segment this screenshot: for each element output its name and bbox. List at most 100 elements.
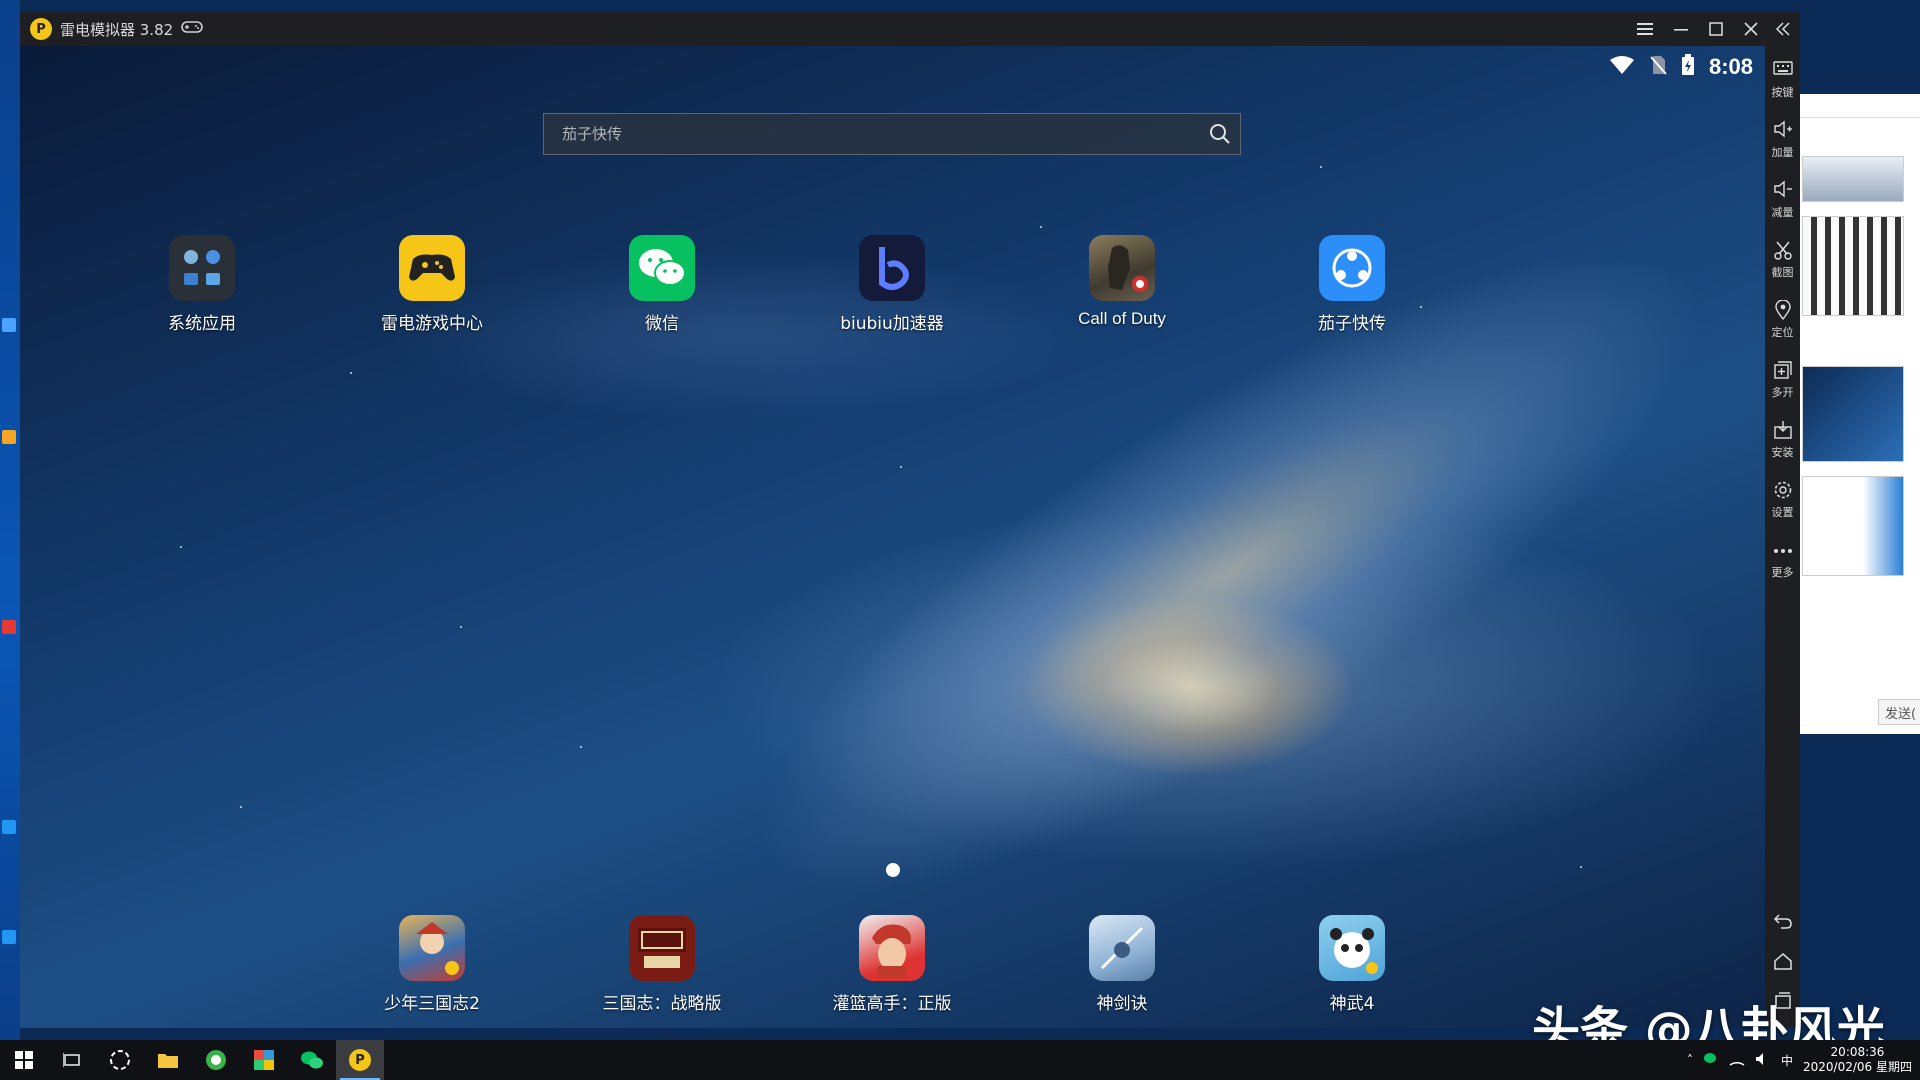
shareit-icon — [1319, 235, 1385, 301]
biubiu-icon — [859, 235, 925, 301]
background-chat-window[interactable]: 发送( — [1800, 94, 1920, 734]
windows-desktop — [0, 0, 20, 1040]
desktop-screen: P 雷电模拟器 3.82 8:08 茄子快传 系统应用 雷电游戏中心 微信 bi… — [0, 0, 1920, 1080]
toolbar-volume-down[interactable]: 减量 — [1765, 180, 1800, 220]
menu-icon[interactable] — [1628, 12, 1662, 46]
game-shaonian-icon — [399, 915, 465, 981]
maximize-icon[interactable] — [1699, 12, 1733, 46]
app-wechat[interactable]: 微信 — [577, 235, 747, 334]
taskbar-clock[interactable]: 20:08:36 2020/02/06 星期四 — [1803, 1045, 1912, 1075]
windows-taskbar: P — [0, 1040, 1920, 1080]
scissors-icon — [1765, 240, 1800, 262]
app-game-center[interactable]: 雷电游戏中心 — [347, 235, 517, 334]
app-sanguozhi-strategy[interactable]: 三国志：战略版 — [577, 915, 747, 1014]
emulator-toolbar: 按键 加量 减量 截图 定位 多开 安装 设置 更多 — [1765, 46, 1800, 1028]
desktop-icon[interactable] — [2, 620, 16, 634]
desktop-icon[interactable] — [2, 430, 16, 444]
nav-home[interactable] — [1765, 952, 1800, 974]
system-apps-folder-icon — [169, 235, 235, 301]
nav-back[interactable] — [1765, 912, 1800, 934]
back-icon — [1765, 912, 1800, 934]
colorful-app-icon[interactable] — [240, 1040, 288, 1080]
gamepad-icon[interactable] — [181, 19, 203, 39]
app-slam-dunk[interactable]: 灌篮高手：正版 — [807, 915, 977, 1014]
app-biubiu[interactable]: biubiu加速器 — [807, 235, 977, 334]
android-home-screen[interactable]: 8:08 系统应用 雷电游戏中心 — [20, 46, 1765, 1028]
desktop-icon[interactable] — [2, 820, 16, 834]
home-icon — [1765, 952, 1800, 974]
chevron-up-icon[interactable]: ˄ — [1687, 1053, 1693, 1067]
file-explorer-icon[interactable] — [144, 1040, 192, 1080]
status-time: 8:08 — [1708, 54, 1753, 79]
app-label: 神剑诀 — [1096, 994, 1148, 1014]
desktop-icon[interactable] — [2, 318, 16, 332]
ldplayer-taskbar-icon[interactable]: P — [336, 1040, 384, 1080]
toolbar-install-apk[interactable]: 安装 — [1765, 420, 1800, 460]
battery-charging-icon — [1681, 54, 1695, 80]
search-bar[interactable] — [543, 113, 1241, 155]
close-icon[interactable] — [1734, 12, 1768, 46]
app-shareit[interactable]: 茄子快传 — [1267, 235, 1437, 334]
app-call-of-duty[interactable]: Call of Duty — [1037, 235, 1207, 329]
title-bar[interactable]: P 雷电模拟器 3.82 — [20, 12, 1800, 46]
desktop-icon[interactable] — [2, 930, 16, 944]
toolbar-screenshot[interactable]: 截图 — [1765, 240, 1800, 280]
gamepad-icon — [399, 235, 465, 301]
chat-title-bar[interactable] — [1800, 94, 1920, 118]
chat-image-thumbnail[interactable] — [1802, 476, 1904, 576]
app-label: biubiu加速器 — [840, 314, 944, 334]
game-sanguozhi-icon — [629, 915, 695, 981]
wechat-icon — [629, 235, 695, 301]
app-label: 少年三国志2 — [384, 994, 480, 1014]
location-icon — [1765, 299, 1800, 322]
game-shenwu-icon — [1319, 915, 1385, 981]
app-label: 茄子快传 — [1318, 314, 1386, 334]
gear-icon — [1765, 480, 1800, 502]
wechat-taskbar-icon[interactable] — [288, 1040, 336, 1080]
page-indicator-dot[interactable] — [886, 863, 900, 877]
chat-image-thumbnail[interactable] — [1802, 366, 1904, 462]
app-shenwu4[interactable]: 神武4 — [1267, 915, 1437, 1014]
window-title: 雷电模拟器 3.82 — [60, 20, 174, 39]
keyboard-icon — [1765, 60, 1800, 82]
speaker-icon[interactable] — [1755, 1052, 1771, 1069]
app-label: Call of Duty — [1078, 309, 1166, 328]
toolbar-more[interactable]: 更多 — [1765, 540, 1800, 580]
browser-icon[interactable] — [192, 1040, 240, 1080]
pinwheel-app-icon[interactable] — [96, 1040, 144, 1080]
task-view-icon[interactable] — [48, 1040, 96, 1080]
android-status-bar: 8:08 — [1609, 54, 1753, 80]
ime-indicator[interactable]: 中 — [1781, 1052, 1793, 1069]
toolbar-settings[interactable]: 设置 — [1765, 480, 1800, 520]
search-icon[interactable] — [1200, 114, 1240, 154]
wifi-icon — [1609, 55, 1635, 79]
chat-image-thumbnail[interactable] — [1802, 156, 1904, 202]
volume-up-icon — [1765, 120, 1800, 142]
app-label: 灌篮高手：正版 — [832, 994, 952, 1014]
send-button[interactable]: 发送( — [1878, 699, 1920, 725]
start-button[interactable] — [0, 1040, 48, 1080]
emulator-window: P 雷电模拟器 3.82 8:08 茄子快传 系统应用 雷电游戏中心 微信 bi… — [20, 12, 1800, 1028]
network-icon[interactable] — [1729, 1052, 1745, 1069]
search-input[interactable] — [544, 125, 1200, 143]
call-of-duty-icon — [1089, 235, 1155, 301]
game-slamdunk-icon — [859, 915, 925, 981]
no-sim-icon — [1649, 55, 1667, 79]
app-system-apps[interactable]: 系统应用 — [117, 235, 287, 334]
toolbar-keymap[interactable]: 按键 — [1765, 60, 1800, 100]
toolbar-location[interactable]: 定位 — [1765, 299, 1800, 340]
system-tray: ˄ 中 20:08:36 2020/02/06 星期四 — [1687, 1040, 1912, 1080]
toolbar-multi-instance[interactable]: 多开 — [1765, 360, 1800, 400]
app-shenjianjue[interactable]: 神剑诀 — [1037, 915, 1207, 1014]
chat-image-thumbnail[interactable] — [1802, 216, 1904, 316]
collapse-icon[interactable] — [1766, 12, 1800, 46]
apk-install-icon — [1765, 420, 1800, 442]
app-label: 雷电游戏中心 — [381, 314, 483, 334]
app-label: 神武4 — [1329, 994, 1375, 1014]
app-shaonian-sanguozhi[interactable]: 少年三国志2 — [347, 915, 517, 1014]
wechat-tray-icon[interactable] — [1703, 1052, 1719, 1069]
toolbar-volume-up[interactable]: 加量 — [1765, 120, 1800, 160]
minimize-icon[interactable] — [1664, 12, 1698, 46]
app-logo-icon: P — [30, 18, 52, 40]
app-label: 三国志：战略版 — [602, 994, 722, 1014]
